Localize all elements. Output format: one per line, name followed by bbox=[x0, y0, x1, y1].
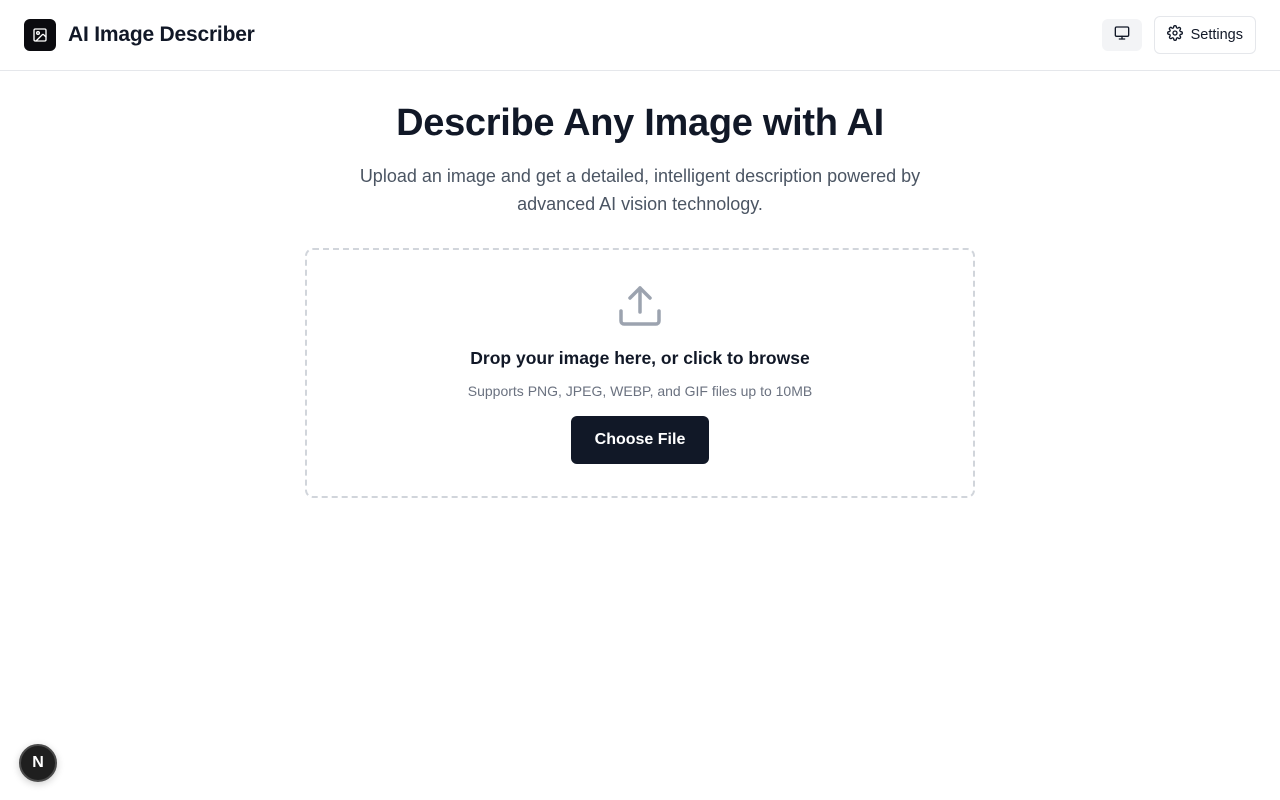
page-subtitle: Upload an image and get a detailed, inte… bbox=[359, 166, 921, 214]
image-icon bbox=[24, 19, 56, 51]
brand: AI Image Describer bbox=[24, 19, 255, 51]
upload-icon bbox=[618, 284, 662, 328]
header-actions: Settings bbox=[1101, 16, 1256, 54]
display-mode-button[interactable] bbox=[1101, 19, 1142, 51]
gear-icon bbox=[1166, 25, 1183, 45]
page-title: Describe Any Image with AI bbox=[396, 102, 884, 144]
app-title: AI Image Describer bbox=[68, 23, 255, 46]
dev-tools-badge[interactable]: N bbox=[19, 744, 57, 782]
choose-file-button[interactable]: Choose File bbox=[570, 416, 710, 464]
monitor-icon bbox=[1114, 25, 1130, 46]
app-header: AI Image Describer Settings bbox=[0, 0, 1280, 71]
settings-label: Settings bbox=[1190, 27, 1243, 43]
image-dropzone[interactable]: Drop your image here, or click to browse… bbox=[305, 248, 975, 498]
hero-section: Describe Any Image with AI Upload an ima… bbox=[0, 100, 1280, 218]
dropzone-title: Drop your image here, or click to browse bbox=[470, 348, 810, 368]
dropzone-hint: Supports PNG, JPEG, WEBP, and GIF files … bbox=[467, 383, 813, 399]
settings-button[interactable]: Settings bbox=[1153, 16, 1256, 54]
